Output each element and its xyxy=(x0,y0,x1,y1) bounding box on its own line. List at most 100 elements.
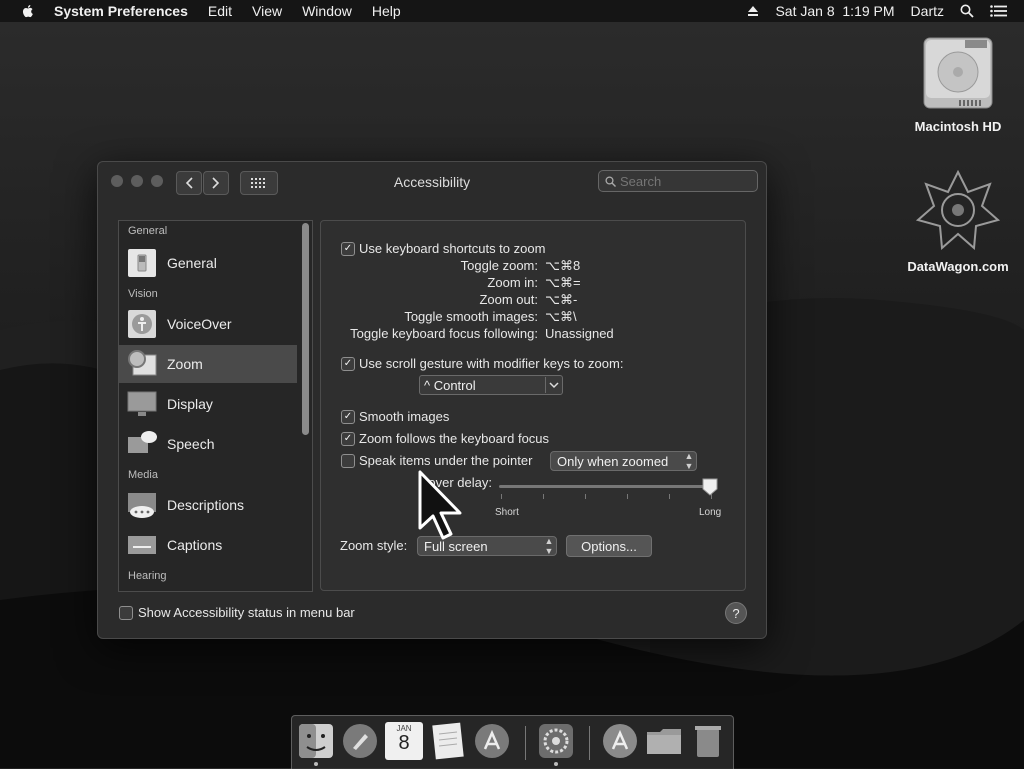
menu-help[interactable]: Help xyxy=(372,3,401,19)
keyboard-shortcuts-label: Use keyboard shortcuts to zoom xyxy=(359,241,546,256)
user-name[interactable]: Dartz xyxy=(911,3,944,19)
notification-center-icon[interactable] xyxy=(990,5,1008,17)
system-preferences-icon[interactable] xyxy=(537,722,575,760)
updown-arrows-icon: ▲ ▼ xyxy=(544,536,554,556)
slider-max-label: Long xyxy=(699,507,722,518)
follow-focus-label: Zoom follows the keyboard focus xyxy=(359,431,550,446)
shortcut-key: Toggle zoom: xyxy=(460,258,538,273)
title-bar: Accessibility xyxy=(98,162,766,202)
sidebar-item-descriptions[interactable]: Descriptions xyxy=(119,486,297,524)
dock-separator xyxy=(589,726,590,760)
speak-items-checkbox[interactable] xyxy=(341,454,355,468)
finder-icon[interactable] xyxy=(297,722,335,760)
dock-separator xyxy=(525,726,526,760)
desktop-icon-datawagon[interactable]: DataWagon.com xyxy=(898,169,1018,274)
spotlight-search-icon[interactable] xyxy=(960,4,974,18)
trash-icon[interactable] xyxy=(689,722,727,760)
desktop-icon-macintosh-hd[interactable]: Macintosh HD xyxy=(898,34,1018,134)
calendar-day: 8 xyxy=(398,732,410,754)
hard-drive-icon xyxy=(923,37,993,109)
menu-bar: System Preferences Edit View Window Help… xyxy=(0,0,1024,22)
scroll-gesture-checkbox[interactable]: ✓ xyxy=(341,357,355,371)
clock[interactable]: Sat Jan 8 1:19 PM xyxy=(775,3,894,19)
modifier-key-value: ^ Control xyxy=(424,377,476,393)
hover-delay-slider-track[interactable] xyxy=(499,485,713,488)
sidebar-item-display[interactable]: Display xyxy=(119,385,297,423)
sidebar-scrollbar[interactable] xyxy=(302,223,309,435)
sidebar-item-label: General xyxy=(167,255,217,271)
menu-edit[interactable]: Edit xyxy=(208,3,232,19)
options-button[interactable]: Options... xyxy=(566,535,652,557)
app-name-menu[interactable]: System Preferences xyxy=(54,3,188,19)
launchpad-icon[interactable] xyxy=(341,722,379,760)
shortcut-value: ⌥⌘- xyxy=(545,292,578,307)
shortcut-key: Zoom out: xyxy=(479,292,538,307)
keyboard-shortcuts-checkbox[interactable]: ✓ xyxy=(341,242,355,256)
desktop-icon-label: DataWagon.com xyxy=(907,259,1009,274)
section-header-hearing: Hearing xyxy=(128,570,167,582)
sidebar-item-general[interactable]: General xyxy=(119,244,297,282)
sidebar-item-label: Captions xyxy=(167,537,223,553)
smooth-images-checkbox[interactable]: ✓ xyxy=(341,410,355,424)
sidebar-item-captions[interactable]: Captions xyxy=(119,526,297,564)
general-switch-icon xyxy=(128,249,156,277)
desktop-icon-label: Macintosh HD xyxy=(914,119,1002,134)
running-indicator xyxy=(554,762,558,766)
menu-view[interactable]: View xyxy=(252,3,282,19)
descriptions-icon xyxy=(128,493,156,518)
speak-mode-value: Only when zoomed xyxy=(557,453,669,469)
search-icon xyxy=(605,175,616,187)
sidebar-item-label: Zoom xyxy=(167,356,203,372)
section-header-vision: Vision xyxy=(128,288,158,300)
display-icon xyxy=(127,391,157,416)
status-menu-bar-checkbox[interactable] xyxy=(119,605,133,620)
shortcut-key: Toggle keyboard focus following: xyxy=(350,326,538,341)
chevron-down-icon xyxy=(549,382,559,389)
app-store-icon[interactable] xyxy=(473,722,511,760)
documents-folder-icon[interactable] xyxy=(645,722,683,760)
accessibility-window: Accessibility General General Vision xyxy=(97,161,767,639)
dock: JAN 8 xyxy=(291,715,734,769)
applications-folder-icon[interactable] xyxy=(601,722,639,760)
updown-arrows-icon: ▲ ▼ xyxy=(684,451,694,471)
modifier-key-popup[interactable]: ^ Control xyxy=(419,375,563,395)
search-input[interactable] xyxy=(620,173,740,189)
section-header-general: General xyxy=(128,225,168,237)
slider-tick xyxy=(543,494,544,499)
speak-mode-popup[interactable]: Only when zoomed ▲ ▼ xyxy=(550,451,697,471)
shortcut-key: Zoom in: xyxy=(487,275,538,290)
zoom-style-value: Full screen xyxy=(424,538,488,554)
sidebar-item-speech[interactable]: Speech xyxy=(119,425,297,463)
shortcut-value: ⌥⌘8 xyxy=(545,258,581,273)
sidebar-item-label: Speech xyxy=(167,436,215,452)
speech-bubble-icon xyxy=(128,431,157,453)
accessibility-sidebar[interactable]: General General Vision VoiceOver Zoom Di… xyxy=(118,220,313,592)
hover-delay-slider-thumb[interactable] xyxy=(702,478,718,496)
menu-window[interactable]: Window xyxy=(302,3,352,19)
slider-tick xyxy=(501,494,502,499)
voiceover-icon xyxy=(128,310,156,338)
zoom-magnifier-icon xyxy=(128,350,157,376)
datawagon-logo-icon xyxy=(915,169,1001,251)
zoom-settings-panel: ✓ Use keyboard shortcuts to zoom Toggle … xyxy=(320,220,746,591)
sidebar-item-voiceover[interactable]: VoiceOver xyxy=(119,305,297,343)
shortcut-key: Toggle smooth images: xyxy=(404,309,538,324)
shortcut-value: ⌥⌘= xyxy=(545,275,581,290)
sidebar-item-zoom[interactable]: Zoom xyxy=(119,345,297,383)
mouse-pointer-icon xyxy=(418,470,462,540)
section-header-media: Media xyxy=(128,469,158,481)
help-button[interactable]: ? xyxy=(725,602,747,624)
slider-tick xyxy=(585,494,586,499)
follow-focus-checkbox[interactable]: ✓ xyxy=(341,432,355,446)
status-menu-bar-label: Show Accessibility status in menu bar xyxy=(138,605,355,620)
calendar-icon[interactable]: JAN 8 xyxy=(385,722,423,760)
notes-icon[interactable] xyxy=(429,722,467,760)
smooth-images-label: Smooth images xyxy=(359,409,450,424)
sidebar-item-label: Display xyxy=(167,396,213,412)
eject-icon[interactable] xyxy=(747,5,759,17)
sidebar-item-label: Descriptions xyxy=(167,497,245,513)
search-field[interactable] xyxy=(598,170,758,192)
apple-icon[interactable] xyxy=(20,3,36,19)
slider-min-label: Short xyxy=(495,507,519,518)
shortcut-value: ⌥⌘\ xyxy=(545,309,577,324)
